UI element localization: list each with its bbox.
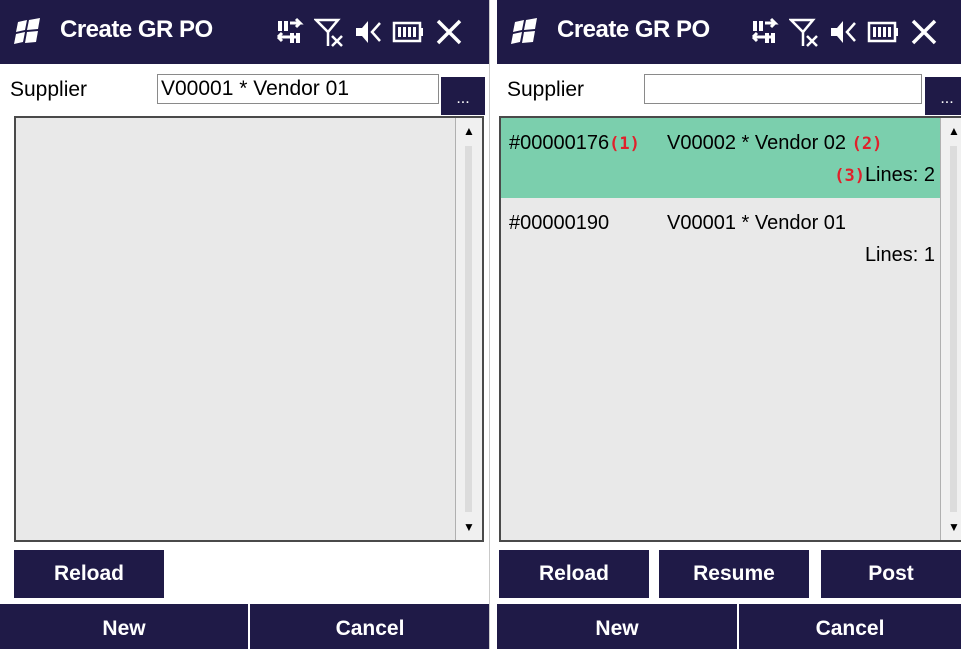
supplier-row: Supplier ...: [497, 64, 961, 116]
scroll-down-arrow-icon[interactable]: ▼: [941, 514, 961, 540]
scrollbar[interactable]: ▲ ▼: [940, 118, 961, 540]
callout-marker-1: (1): [609, 134, 640, 154]
document-item[interactable]: #00000190 V00001 * Vendor 01 Lines: 1: [501, 198, 941, 278]
scroll-up-arrow-icon[interactable]: ▲: [941, 118, 961, 144]
document-number: #00000190: [509, 212, 610, 234]
window-title: Create GR PO: [557, 16, 710, 43]
reload-button[interactable]: Reload: [14, 550, 164, 598]
status-icons: [749, 14, 939, 50]
callout-marker-3: (3): [834, 166, 865, 186]
document-lines: (3)Lines: 2: [834, 164, 935, 186]
left-screen: Create GR PO Supplier V00001 * Vendor 01…: [0, 0, 490, 649]
supplier-label: Supplier: [10, 78, 88, 101]
post-button[interactable]: Post: [821, 550, 961, 598]
speaker-muted-icon: [356, 21, 381, 43]
title-bar: Create GR PO: [0, 0, 489, 64]
callout-marker-2: (2): [851, 134, 883, 154]
sync-arrows-icon: [276, 17, 304, 43]
battery-icon: [392, 21, 423, 43]
window-title: Create GR PO: [60, 16, 213, 43]
bottom-bar: New Cancel: [0, 604, 489, 649]
supplier-field[interactable]: [644, 74, 922, 104]
scroll-track[interactable]: [950, 146, 957, 512]
close-icon[interactable]: [434, 17, 464, 47]
status-icons: [274, 14, 464, 50]
title-bar: Create GR PO: [497, 0, 961, 64]
scroll-track[interactable]: [465, 146, 472, 512]
right-screen: Create GR PO Supplier ... #00000176(1) V…: [497, 0, 961, 649]
reload-button[interactable]: Reload: [499, 550, 649, 598]
document-item-selected[interactable]: #00000176(1) V00002 * Vendor 02 (2) (3)L…: [501, 118, 941, 198]
no-signal-icon: [314, 18, 343, 47]
close-icon[interactable]: [909, 17, 939, 47]
battery-icon: [867, 21, 898, 43]
document-vendor: V00002 * Vendor 02 (2): [667, 132, 883, 154]
supplier-field[interactable]: V00001 * Vendor 01: [157, 74, 439, 104]
supplier-row: Supplier V00001 * Vendor 01 ...: [0, 64, 489, 116]
browse-supplier-button[interactable]: ...: [925, 77, 961, 115]
supplier-label: Supplier: [507, 78, 585, 101]
new-button[interactable]: New: [497, 604, 737, 649]
document-list[interactable]: ▲ ▼: [14, 116, 484, 542]
cancel-button[interactable]: Cancel: [739, 604, 961, 649]
bottom-bar: New Cancel: [497, 604, 961, 649]
cancel-button[interactable]: Cancel: [250, 604, 489, 649]
scroll-up-arrow-icon[interactable]: ▲: [456, 118, 482, 144]
sync-arrows-icon: [751, 17, 779, 43]
document-lines: Lines: 1: [864, 244, 935, 266]
document-list[interactable]: #00000176(1) V00002 * Vendor 02 (2) (3)L…: [499, 116, 961, 542]
document-vendor: V00001 * Vendor 01: [667, 212, 847, 234]
new-button[interactable]: New: [0, 604, 248, 649]
browse-supplier-button[interactable]: ...: [441, 77, 485, 115]
windows-logo-icon[interactable]: [12, 18, 46, 46]
scroll-down-arrow-icon[interactable]: ▼: [456, 514, 482, 540]
scrollbar[interactable]: ▲ ▼: [455, 118, 482, 540]
document-number: #00000176(1): [509, 132, 640, 154]
speaker-muted-icon: [831, 21, 856, 43]
resume-button[interactable]: Resume: [659, 550, 809, 598]
windows-logo-icon[interactable]: [509, 18, 543, 46]
no-signal-icon: [789, 18, 818, 47]
